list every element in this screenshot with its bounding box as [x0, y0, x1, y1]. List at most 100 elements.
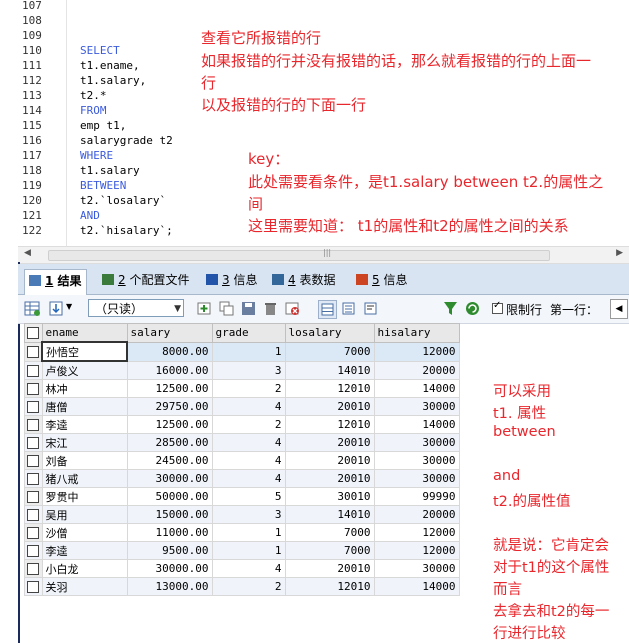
table-row[interactable]: 猪八戒 30000.00 4 20010 30000 [24, 469, 460, 488]
cell-ename[interactable]: 林冲 [41, 379, 128, 398]
table-row[interactable]: 宋江 28500.00 4 20010 30000 [24, 433, 460, 452]
cell-hisalary[interactable]: 20000 [373, 505, 460, 524]
cell-grade[interactable]: 4 [211, 397, 286, 416]
cell-salary[interactable]: 12500.00 [126, 415, 213, 434]
cell-hisalary[interactable]: 30000 [373, 451, 460, 470]
code-line[interactable]: emp t1, [80, 118, 126, 133]
cell-hisalary[interactable]: 14000 [373, 415, 460, 434]
editor-horizontal-scrollbar[interactable]: ◀ ||| ▶ [18, 246, 629, 264]
cell-salary[interactable]: 28500.00 [126, 433, 213, 452]
row-checkbox[interactable] [24, 415, 43, 434]
cell-grade[interactable]: 2 [211, 415, 286, 434]
cell-salary[interactable]: 12500.00 [126, 379, 213, 398]
scroll-right-icon[interactable]: ▶ [616, 248, 623, 258]
chevron-down-icon[interactable]: ▼ [66, 302, 72, 311]
cell-ename[interactable]: 罗贯中 [41, 487, 128, 506]
code-line[interactable]: SELECT [80, 43, 120, 58]
cell-ename[interactable]: 猪八戒 [41, 469, 128, 488]
cell-ename[interactable]: 小白龙 [41, 559, 128, 578]
column-header-ename[interactable]: ename [41, 323, 128, 343]
cell-grade[interactable]: 3 [211, 360, 286, 380]
limit-rows-checkbox[interactable] [492, 300, 503, 314]
code-line[interactable]: AND [80, 208, 100, 223]
table-row[interactable]: 刘备 24500.00 4 20010 30000 [24, 451, 460, 470]
table-row[interactable]: 沙僧 11000.00 1 7000 12000 [24, 523, 460, 542]
row-checkbox[interactable] [24, 505, 43, 524]
cell-salary[interactable]: 13000.00 [126, 577, 213, 596]
table-row[interactable]: 罗贯中 50000.00 5 30010 99990 [24, 487, 460, 506]
code-line[interactable]: salarygrade t2 [80, 133, 173, 148]
cell-losalary[interactable]: 20010 [284, 433, 375, 452]
row-checkbox[interactable] [24, 523, 43, 542]
cell-hisalary[interactable]: 14000 [373, 577, 460, 596]
grid-export-icon[interactable] [24, 300, 41, 317]
cell-hisalary[interactable]: 30000 [373, 397, 460, 416]
text-view-icon[interactable] [362, 300, 379, 317]
cell-ename[interactable]: 卢俊义 [41, 360, 128, 380]
cell-grade[interactable]: 4 [211, 559, 286, 578]
cell-ename[interactable]: 李逵 [41, 415, 128, 434]
code-line[interactable]: FROM [80, 103, 107, 118]
cell-losalary[interactable]: 14010 [284, 505, 375, 524]
code-line[interactable]: t2.* [80, 88, 107, 103]
code-line[interactable]: t1.ename, [80, 58, 140, 73]
column-header-losalary[interactable]: losalary [284, 323, 375, 343]
cell-hisalary[interactable]: 30000 [373, 469, 460, 488]
cell-salary[interactable]: 50000.00 [126, 487, 213, 506]
table-row[interactable]: 小白龙 30000.00 4 20010 30000 [24, 559, 460, 578]
code-line[interactable]: t1.salary, [80, 73, 146, 88]
prev-page-icon[interactable]: ◀ [610, 299, 628, 319]
add-row-icon[interactable] [196, 300, 213, 317]
cell-grade[interactable]: 5 [211, 487, 286, 506]
cell-grade[interactable]: 4 [211, 469, 286, 488]
table-row[interactable]: 林冲 12500.00 2 12010 14000 [24, 379, 460, 398]
cell-grade[interactable]: 2 [211, 577, 286, 596]
row-checkbox[interactable] [24, 341, 43, 362]
cell-salary[interactable]: 8000.00 [126, 341, 213, 362]
cell-losalary[interactable]: 30010 [284, 487, 375, 506]
cell-hisalary[interactable]: 14000 [373, 379, 460, 398]
row-checkbox[interactable] [24, 577, 43, 596]
cell-salary[interactable]: 11000.00 [126, 523, 213, 542]
grid-view-icon[interactable] [318, 300, 337, 319]
table-row[interactable]: 吴用 15000.00 3 14010 20000 [24, 505, 460, 524]
cell-hisalary[interactable]: 99990 [373, 487, 460, 506]
row-checkbox[interactable] [24, 379, 43, 398]
table-row[interactable]: 关羽 13000.00 2 12010 14000 [24, 577, 460, 596]
column-header-hisalary[interactable]: hisalary [373, 323, 460, 343]
cell-hisalary[interactable]: 12000 [373, 541, 460, 560]
tab-3[interactable]: 3 信息 [202, 269, 261, 291]
cell-salary[interactable]: 16000.00 [126, 360, 213, 380]
cell-ename[interactable]: 宋江 [41, 433, 128, 452]
cell-losalary[interactable]: 20010 [284, 559, 375, 578]
cell-losalary[interactable]: 7000 [284, 541, 375, 560]
scrollbar-thumb[interactable] [48, 250, 550, 261]
cell-losalary[interactable]: 12010 [284, 577, 375, 596]
save-icon[interactable] [240, 300, 257, 317]
cell-ename[interactable]: 沙僧 [41, 523, 128, 542]
table-row[interactable]: 唐僧 29750.00 4 20010 30000 [24, 397, 460, 416]
cell-grade[interactable]: 3 [211, 505, 286, 524]
cell-hisalary[interactable]: 12000 [373, 341, 460, 362]
cell-hisalary[interactable]: 30000 [373, 433, 460, 452]
cell-salary[interactable]: 24500.00 [126, 451, 213, 470]
row-checkbox[interactable] [24, 451, 43, 470]
cell-losalary[interactable]: 12010 [284, 379, 375, 398]
import-icon[interactable] [48, 300, 65, 317]
code-line[interactable]: WHERE [80, 148, 113, 163]
select-all-checkbox[interactable] [24, 323, 43, 343]
row-checkbox[interactable] [24, 559, 43, 578]
cell-salary[interactable]: 9500.00 [126, 541, 213, 560]
cell-ename[interactable]: 吴用 [41, 505, 128, 524]
cell-losalary[interactable]: 20010 [284, 451, 375, 470]
table-row[interactable]: 李逵 12500.00 2 12010 14000 [24, 415, 460, 434]
cell-losalary[interactable]: 7000 [284, 341, 375, 362]
row-checkbox[interactable] [24, 433, 43, 452]
tab-2[interactable]: 2 个配置文件 [98, 269, 193, 291]
cell-ename[interactable]: 刘备 [41, 451, 128, 470]
row-checkbox[interactable] [24, 541, 43, 560]
code-line[interactable]: t2.`hisalary`; [80, 223, 173, 238]
cancel-changes-icon[interactable] [284, 300, 301, 317]
row-checkbox[interactable] [24, 397, 43, 416]
cell-losalary[interactable]: 12010 [284, 415, 375, 434]
